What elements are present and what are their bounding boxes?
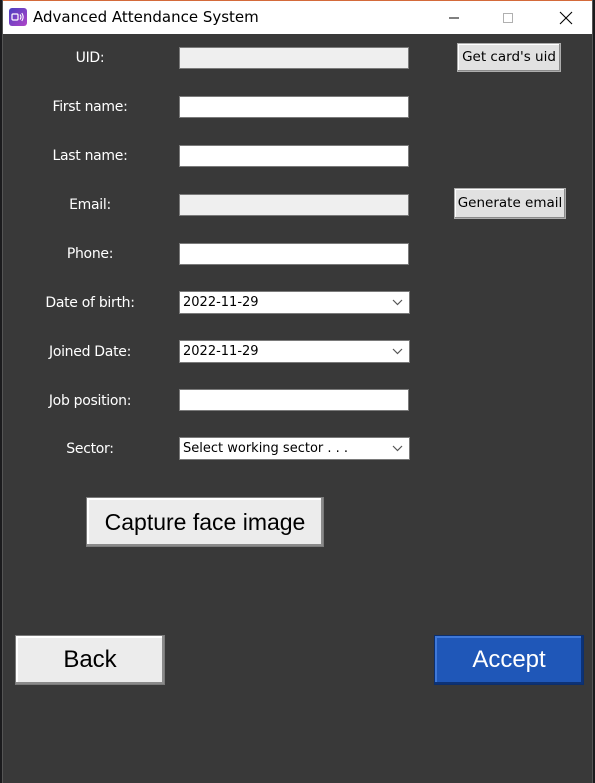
phone-label: Phone: xyxy=(66,246,114,262)
maximize-icon xyxy=(503,12,513,23)
last-name-label: Last name: xyxy=(52,148,128,164)
joined-date-label: Joined Date: xyxy=(49,344,131,360)
chevron-down-icon[interactable] xyxy=(392,298,403,306)
uid-label: UID: xyxy=(75,50,105,66)
last-name-field[interactable] xyxy=(179,145,409,167)
accept-button[interactable]: Accept xyxy=(434,635,584,685)
attendance-app-icon xyxy=(9,8,27,26)
sector-value: Select working sector . . . xyxy=(183,441,349,456)
close-button[interactable] xyxy=(543,1,589,34)
job-position-field[interactable] xyxy=(179,389,409,411)
chevron-down-icon[interactable] xyxy=(392,444,403,452)
title-bar: Advanced Attendance System xyxy=(3,0,592,34)
window-title: Advanced Attendance System xyxy=(33,8,259,26)
email-label: Email: xyxy=(69,197,111,213)
first-name-field[interactable] xyxy=(179,96,409,118)
uid-field[interactable] xyxy=(179,47,409,69)
job-position-label: Job position: xyxy=(48,393,132,409)
maximize-button[interactable] xyxy=(485,1,531,34)
sector-select[interactable]: Select working sector . . . xyxy=(179,437,410,460)
generate-email-button[interactable]: Generate email xyxy=(454,188,566,219)
first-name-label: First name: xyxy=(52,99,128,115)
phone-field[interactable] xyxy=(179,243,409,265)
joined-date-value: 2022-11-29 xyxy=(183,344,259,359)
date-of-birth-picker[interactable]: 2022-11-29 xyxy=(179,291,410,314)
date-of-birth-label: Date of birth: xyxy=(45,295,135,311)
date-of-birth-value: 2022-11-29 xyxy=(183,295,259,310)
back-button[interactable]: Back xyxy=(15,635,165,685)
close-icon xyxy=(559,11,573,24)
email-field[interactable] xyxy=(179,194,409,216)
minimize-button[interactable] xyxy=(431,1,477,34)
app-window: Advanced Attendance System UID: Get card… xyxy=(2,0,593,783)
get-card-uid-button[interactable]: Get card's uid xyxy=(457,43,561,72)
sector-label: Sector: xyxy=(66,441,114,457)
joined-date-picker[interactable]: 2022-11-29 xyxy=(179,340,410,363)
capture-face-image-button[interactable]: Capture face image xyxy=(86,497,324,547)
chevron-down-icon[interactable] xyxy=(392,347,403,355)
minimize-icon xyxy=(449,17,459,18)
